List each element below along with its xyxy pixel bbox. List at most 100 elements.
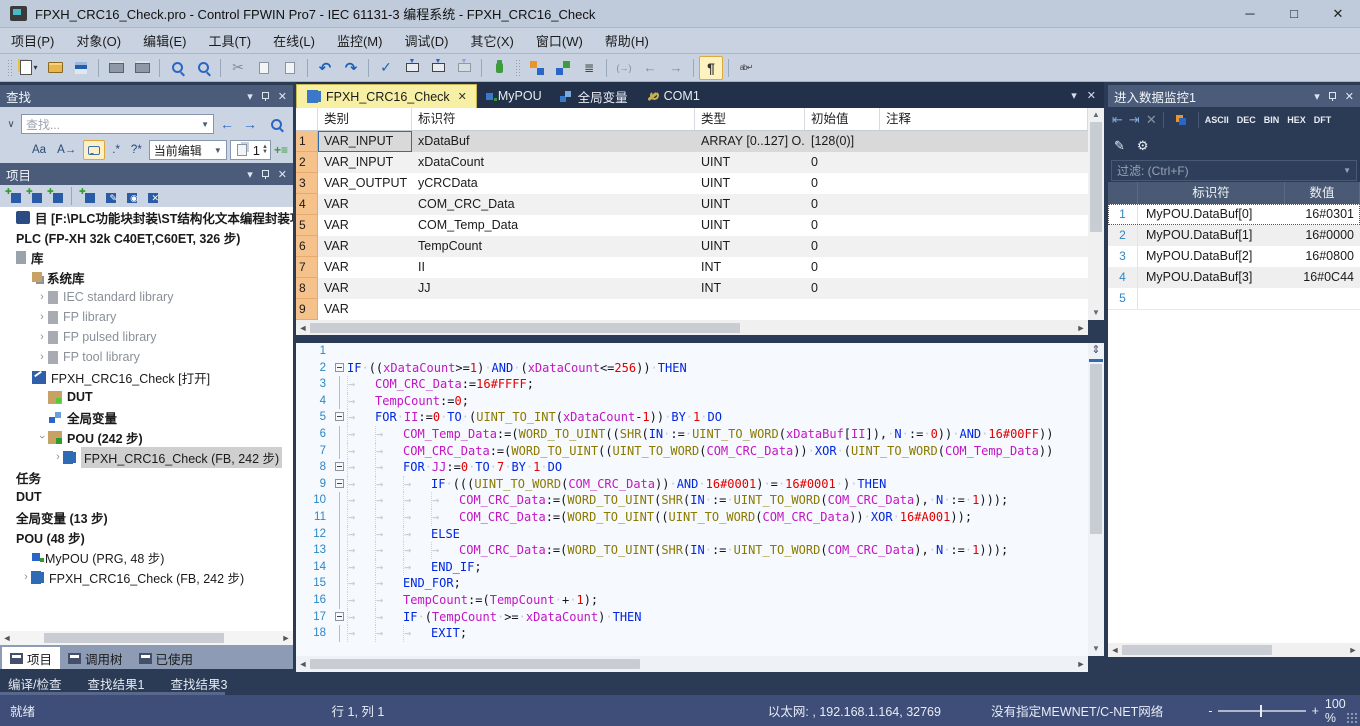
watch-row[interactable]: 2MyPOU.DataBuf[1]16#0000: [1108, 225, 1360, 246]
chevron-collapsed-icon[interactable]: ›: [36, 291, 48, 303]
class-cell[interactable]: VAR_INPUT: [318, 131, 412, 152]
tree-item[interactable]: ›FP tool library: [0, 347, 293, 367]
comment-search-toggle[interactable]: [83, 140, 105, 160]
scroll-down-icon[interactable]: ▼: [1092, 306, 1100, 320]
class-cell[interactable]: VAR: [318, 299, 412, 320]
menu-item-p[interactable]: 项目(P): [0, 31, 65, 50]
save-file-icon[interactable]: [69, 56, 93, 80]
row-number-cell[interactable]: 8: [296, 278, 318, 299]
watch-row-number[interactable]: 4: [1108, 267, 1138, 288]
match-word-button[interactable]: A→: [53, 142, 80, 158]
regex-button[interactable]: .*: [108, 142, 124, 158]
find-previous-button[interactable]: ←: [217, 116, 237, 132]
identifier-cell[interactable]: [412, 299, 695, 320]
find-in-files-icon[interactable]: [191, 56, 215, 80]
comment-cell[interactable]: [880, 236, 1088, 257]
tree-item[interactable]: ›FP pulsed library: [0, 327, 293, 347]
identifier-cell[interactable]: COM_Temp_Data: [412, 215, 695, 236]
type-cell[interactable]: [695, 299, 805, 320]
st-code-editor[interactable]: 12IF·((xDataCount>=1)·AND·(xDataCount<=2…: [296, 343, 1088, 672]
code-line[interactable]: 3→COM_CRC_Data:=16#FFFF;: [296, 376, 1088, 393]
watch-identifier-cell[interactable]: MyPOU.DataBuf[1]: [1138, 225, 1285, 246]
gear-icon[interactable]: ⚙: [1137, 138, 1149, 154]
cut-icon[interactable]: ✂: [226, 56, 250, 80]
menu-item-x[interactable]: 其它(X): [460, 31, 525, 50]
pin-icon[interactable]: [262, 170, 269, 179]
tree-item[interactable]: MyPOU (PRG, 48 步): [0, 547, 293, 567]
identifier-cell[interactable]: JJ: [412, 278, 695, 299]
add-filter-icon[interactable]: +≡: [274, 143, 288, 157]
monitor-item-icon[interactable]: ◉: [120, 187, 139, 205]
fold-collapse-icon[interactable]: [335, 612, 344, 621]
watch-value-cell[interactable]: 16#0C44: [1285, 267, 1360, 288]
new-file-icon[interactable]: [17, 56, 41, 80]
wildcard-button[interactable]: ?*: [127, 142, 146, 158]
format-button-dft[interactable]: DFT: [1314, 115, 1332, 125]
table-row[interactable]: 8VARJJINT0: [296, 278, 1088, 299]
data-blocks-icon[interactable]: [1171, 110, 1191, 130]
close-icon[interactable]: ✕: [278, 168, 287, 181]
initial-value-cell[interactable]: 0: [805, 278, 880, 299]
menu-item-h[interactable]: 帮助(H): [594, 31, 660, 50]
row-number-cell[interactable]: 1: [296, 131, 318, 152]
open-file-icon[interactable]: [43, 56, 67, 80]
minimize-button[interactable]: ─: [1228, 0, 1272, 27]
scroll-right-icon[interactable]: ►: [1074, 659, 1088, 669]
format-button-dec[interactable]: DEC: [1237, 115, 1256, 125]
scroll-up-icon[interactable]: ▲: [1092, 108, 1100, 122]
row-number-cell[interactable]: 9: [296, 299, 318, 320]
tree-item[interactable]: ›FPXH_CRC16_Check (FB, 242 步): [0, 567, 293, 587]
identifier-cell[interactable]: xDataBuf: [412, 131, 695, 152]
undo-icon[interactable]: ↶: [313, 56, 337, 80]
monitor-blocks-icon[interactable]: [525, 56, 549, 80]
fold-collapse-icon[interactable]: [335, 462, 344, 471]
comment-cell[interactable]: [880, 152, 1088, 173]
zoom-out-button[interactable]: -: [1208, 704, 1212, 718]
code-line[interactable]: 10→→→→COM_CRC_Data:=(WORD_TO_UINT(SHR(IN…: [296, 492, 1088, 509]
type-cell[interactable]: UINT: [695, 194, 805, 215]
comment-cell[interactable]: [880, 299, 1088, 320]
code-line[interactable]: 5→FOR·II:=0·TO·(UINT_TO_INT(xDataCount-1…: [296, 409, 1088, 426]
edit-item-icon[interactable]: ✎: [99, 187, 118, 205]
doc-tab-MyPOU[interactable]: MyPOU: [477, 84, 551, 108]
code-line[interactable]: 8→→FOR·JJ:=0·TO·7·BY·1·DO: [296, 459, 1088, 476]
initial-value-cell[interactable]: 0: [805, 236, 880, 257]
output-tab-编译/检查[interactable]: 编译/检查: [8, 674, 61, 693]
menu-item-l[interactable]: 在线(L): [262, 31, 326, 50]
split-handle-icon[interactable]: ⇕: [1091, 343, 1100, 357]
collapse-chevron-icon[interactable]: ∨: [4, 119, 18, 130]
code-line[interactable]: 4→TempCount:=0;: [296, 393, 1088, 410]
code-line[interactable]: 9→→→IF·(((UINT_TO_WORD(COM_CRC_Data))·AN…: [296, 476, 1088, 493]
code-line[interactable]: 6→→COM_Temp_Data:=(WORD_TO_UINT((SHR(IN·…: [296, 426, 1088, 443]
comment-cell[interactable]: [880, 131, 1088, 152]
scroll-right-icon[interactable]: ►: [1346, 645, 1360, 655]
close-icon[interactable]: ✕: [458, 90, 467, 103]
comment-cell[interactable]: [880, 257, 1088, 278]
class-cell[interactable]: VAR: [318, 278, 412, 299]
find-icon[interactable]: [165, 56, 189, 80]
grid-header-初始值[interactable]: 初始值: [805, 108, 880, 130]
watch-value-cell[interactable]: [1285, 288, 1360, 309]
row-number-cell[interactable]: 4: [296, 194, 318, 215]
find-next-button[interactable]: →: [240, 116, 260, 132]
scroll-right-icon[interactable]: ►: [1074, 323, 1088, 333]
type-cell[interactable]: ARRAY [0..127] O...: [695, 131, 805, 152]
code-line[interactable]: 17→→IF·(TempCount·>=·xDataCount)·THEN: [296, 609, 1088, 626]
row-number-cell[interactable]: 5: [296, 215, 318, 236]
watch-value-cell[interactable]: 16#0800: [1285, 246, 1360, 267]
left-tab-已使用[interactable]: 已使用: [131, 647, 202, 669]
row-number-cell[interactable]: 6: [296, 236, 318, 257]
format-button-bin[interactable]: BIN: [1264, 115, 1280, 125]
row-number-cell[interactable]: 7: [296, 257, 318, 278]
menu-item-e[interactable]: 编辑(E): [132, 31, 197, 50]
stepper-arrows[interactable]: ▲▼: [262, 145, 268, 155]
copy-icon[interactable]: [252, 56, 276, 80]
row-number-cell[interactable]: 2: [296, 152, 318, 173]
scrollbar-thumb[interactable]: [44, 633, 224, 643]
comment-cell[interactable]: [880, 173, 1088, 194]
accept-check-icon[interactable]: ✓: [374, 56, 398, 80]
grid-horizontal-scrollbar[interactable]: ◄ ►: [296, 320, 1088, 335]
tree-item[interactable]: FPXH_CRC16_Check [打开]: [0, 367, 293, 387]
left-tab-项目[interactable]: 项目: [2, 647, 60, 669]
panel-menu-icon[interactable]: ▾: [247, 168, 253, 181]
